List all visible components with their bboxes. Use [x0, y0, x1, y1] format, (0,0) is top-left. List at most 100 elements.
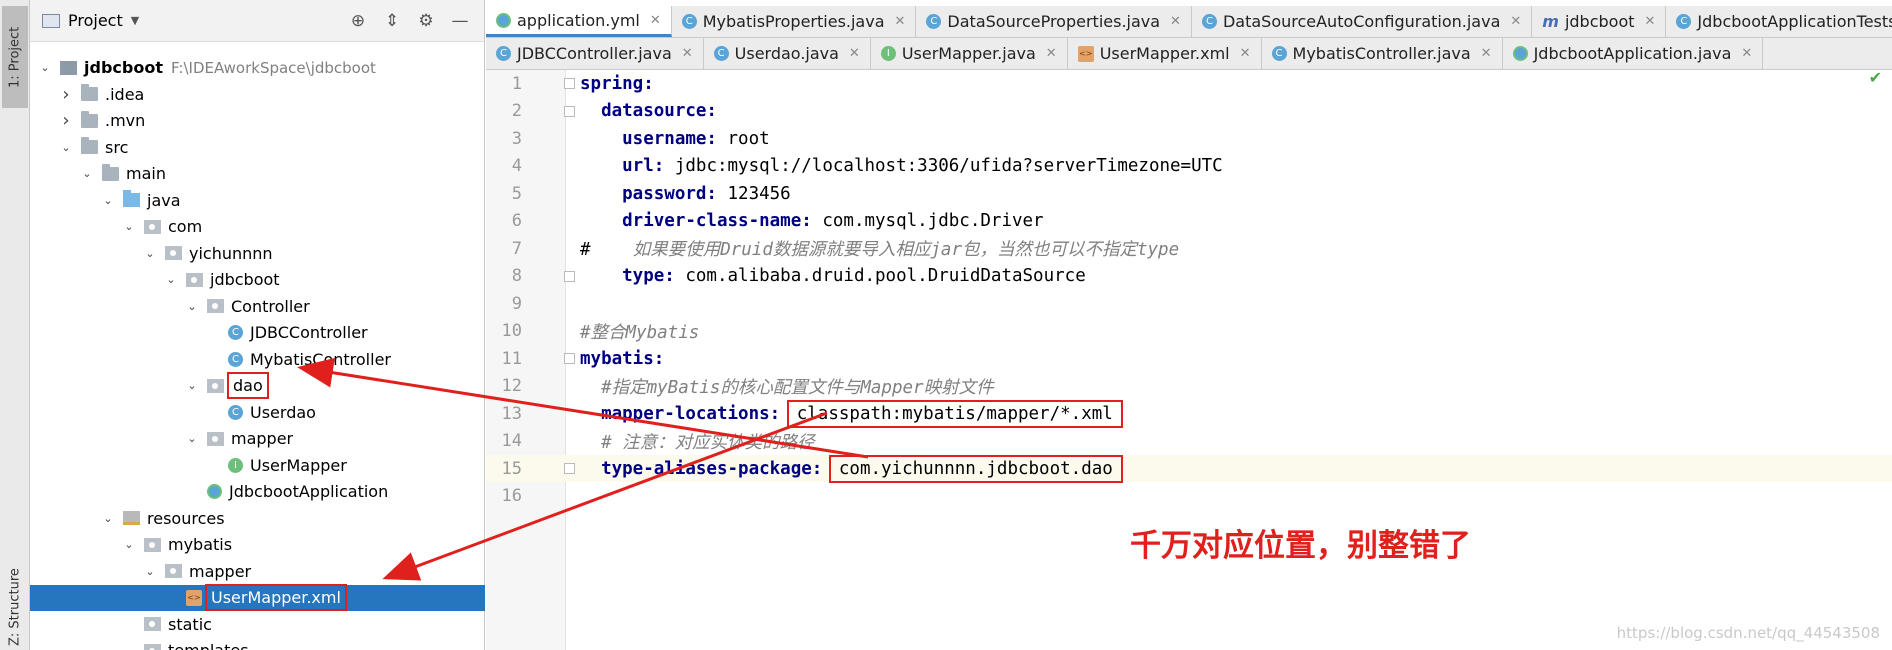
- close-icon[interactable]: ✕: [1510, 14, 1521, 29]
- class-icon: [681, 14, 697, 29]
- code-line[interactable]: 3 username: root: [486, 125, 1892, 152]
- chevron-down-icon[interactable]: ⌄: [185, 300, 199, 313]
- close-icon[interactable]: ✕: [1046, 46, 1057, 61]
- chevron-down-icon[interactable]: ▼: [131, 14, 139, 27]
- chevron-down-icon[interactable]: ⌄: [164, 273, 178, 286]
- line-number: 9: [511, 293, 522, 314]
- code-line[interactable]: 11 mybatis:: [486, 345, 1892, 372]
- editor-tab[interactable]: DataSourceAutoConfiguration.java ✕: [1192, 6, 1533, 37]
- editor-tab[interactable]: application.yml ✕: [486, 6, 672, 37]
- code-line[interactable]: 5 password: 123456: [486, 180, 1892, 207]
- code-line[interactable]: 1 spring:: [486, 70, 1892, 97]
- chevron-down-icon[interactable]: ⌄: [101, 512, 115, 525]
- tree-node[interactable]: ⌄ Controller: [30, 293, 485, 319]
- tree-node[interactable]: ⌄ jdbcboot F:\IDEAworkSpace\jdbcboot: [30, 55, 485, 81]
- collapse-all-icon[interactable]: ⇕: [382, 11, 402, 31]
- fold-marker-icon[interactable]: [564, 78, 575, 89]
- yaml-value: 123456: [716, 183, 791, 204]
- chevron-down-icon[interactable]: ⌄: [101, 194, 115, 207]
- chevron-down-icon[interactable]: ⌄: [143, 247, 157, 260]
- tree-node[interactable]: ⌄ mapper: [30, 558, 485, 584]
- close-icon[interactable]: ✕: [1481, 46, 1492, 61]
- close-icon[interactable]: ✕: [650, 13, 661, 28]
- project-tool-button[interactable]: 1: Project: [2, 6, 28, 108]
- close-icon[interactable]: ✕: [1741, 46, 1752, 61]
- fold-marker-icon[interactable]: [564, 105, 575, 117]
- code-line[interactable]: 2 datasource:: [486, 98, 1892, 125]
- chevron-right-icon[interactable]: ›: [59, 84, 73, 105]
- chevron-down-icon[interactable]: ⌄: [143, 565, 157, 578]
- yaml-key: mapper-locations:: [580, 403, 781, 424]
- code-line[interactable]: 4 url: jdbc:mysql://localhost:3306/ufida…: [486, 153, 1892, 180]
- fold-marker-icon[interactable]: [564, 353, 575, 364]
- chevron-down-icon[interactable]: ⌄: [38, 61, 52, 74]
- code-line[interactable]: 16: [486, 483, 1892, 510]
- line-number: 8: [511, 266, 522, 286]
- locate-icon[interactable]: ⊕: [348, 11, 368, 31]
- close-icon[interactable]: ✕: [1170, 14, 1181, 29]
- class-icon: [713, 46, 729, 61]
- tree-node[interactable]: ›Userdao: [30, 399, 485, 425]
- code-line[interactable]: 10 #整合Mybatis: [486, 318, 1892, 345]
- inspection-ok-icon[interactable]: ✔: [1869, 68, 1882, 87]
- close-icon[interactable]: ✕: [682, 46, 693, 61]
- tree-node[interactable]: ⌄ dao: [30, 372, 485, 399]
- line-number: 4: [511, 156, 522, 176]
- chevron-down-icon[interactable]: ⌄: [122, 538, 136, 551]
- tree-node[interactable]: ⌄ mapper: [30, 426, 485, 452]
- code-line[interactable]: 6 driver-class-name: com.mysql.jdbc.Driv…: [486, 208, 1892, 235]
- close-icon[interactable]: ✕: [1645, 14, 1656, 29]
- tree-node[interactable]: ›UserMapper: [30, 452, 485, 478]
- hide-icon[interactable]: —: [450, 11, 470, 31]
- code-line[interactable]: 12 #指定myBatis的核心配置文件与Mapper映射文件: [486, 373, 1892, 400]
- editor-tab[interactable]: UserMapper.java ✕: [871, 38, 1068, 69]
- code-text: datasource:: [580, 101, 717, 121]
- editor-tab[interactable]: JdbcbootApplication.java ✕: [1503, 38, 1764, 69]
- close-icon[interactable]: ✕: [895, 14, 906, 29]
- editor-tab[interactable]: Userdao.java ✕: [704, 38, 871, 69]
- close-icon[interactable]: ✕: [1240, 46, 1251, 61]
- chevron-down-icon[interactable]: ⌄: [122, 220, 136, 233]
- chevron-right-icon[interactable]: ›: [59, 110, 73, 131]
- fold-marker-icon[interactable]: [564, 270, 575, 282]
- structure-tool-button[interactable]: Z: Structure: [2, 565, 28, 649]
- editor-tab[interactable]: m jdbcboot ✕: [1532, 6, 1667, 37]
- gear-icon[interactable]: ⚙: [416, 11, 436, 31]
- tree-node[interactable]: › .mvn: [30, 108, 485, 134]
- tree-node[interactable]: ⌄ mybatis: [30, 532, 485, 558]
- code-line[interactable]: 14 # 注意：对应实体类的路径: [486, 428, 1892, 455]
- editor-tab[interactable]: UserMapper.xml ✕: [1068, 38, 1262, 69]
- tree-node[interactable]: ⌄ com: [30, 214, 485, 240]
- chevron-down-icon[interactable]: ⌄: [59, 141, 73, 154]
- chevron-down-icon[interactable]: ⌄: [185, 432, 199, 445]
- code-line[interactable]: 9: [486, 290, 1892, 317]
- code-line[interactable]: 7 # 如果要使用Druid数据源就要导入相应jar包，当然也可以不指定type: [486, 235, 1892, 262]
- tree-node[interactable]: ›MybatisController: [30, 346, 485, 372]
- editor-tab[interactable]: DataSourceProperties.java ✕: [916, 6, 1192, 37]
- tree-node[interactable]: ⌄ main: [30, 161, 485, 187]
- editor-tab[interactable]: JDBCController.java ✕: [486, 38, 704, 69]
- tree-node[interactable]: ⌄ jdbcboot: [30, 267, 485, 293]
- code-line[interactable]: 8 type: com.alibaba.druid.pool.DruidData…: [486, 263, 1892, 290]
- editor-tab[interactable]: MybatisProperties.java ✕: [672, 6, 917, 37]
- tree-node[interactable]: ›UserMapper.xml: [30, 584, 485, 611]
- close-icon[interactable]: ✕: [849, 46, 860, 61]
- chevron-down-icon[interactable]: ⌄: [80, 167, 94, 180]
- tree-node[interactable]: ›JdbcbootApplication: [30, 479, 485, 505]
- tree-node[interactable]: ⌄ java: [30, 187, 485, 213]
- editor-tab[interactable]: JdbcbootApplicationTests.java✕: [1666, 6, 1892, 37]
- tree-node[interactable]: ›templates: [30, 638, 485, 650]
- tree-node[interactable]: ›JDBCController: [30, 320, 485, 346]
- chevron-down-icon[interactable]: ⌄: [185, 379, 199, 392]
- editor-tab[interactable]: MybatisController.java ✕: [1262, 38, 1503, 69]
- code-line[interactable]: 15 type-aliases-package: com.yichunnnn.j…: [486, 454, 1892, 483]
- tree-node[interactable]: › .idea: [30, 81, 485, 107]
- tree-node[interactable]: ⌄ resources: [30, 505, 485, 531]
- spring-class-icon: [207, 484, 222, 499]
- tree-node[interactable]: ⌄ yichunnnn: [30, 240, 485, 266]
- code-line[interactable]: 13 mapper-locations: classpath:mybatis/m…: [486, 399, 1892, 428]
- project-panel-title[interactable]: Project: [68, 11, 123, 30]
- tree-node[interactable]: ›static: [30, 611, 485, 637]
- fold-marker-icon[interactable]: [564, 463, 575, 474]
- tree-node[interactable]: ⌄ src: [30, 134, 485, 160]
